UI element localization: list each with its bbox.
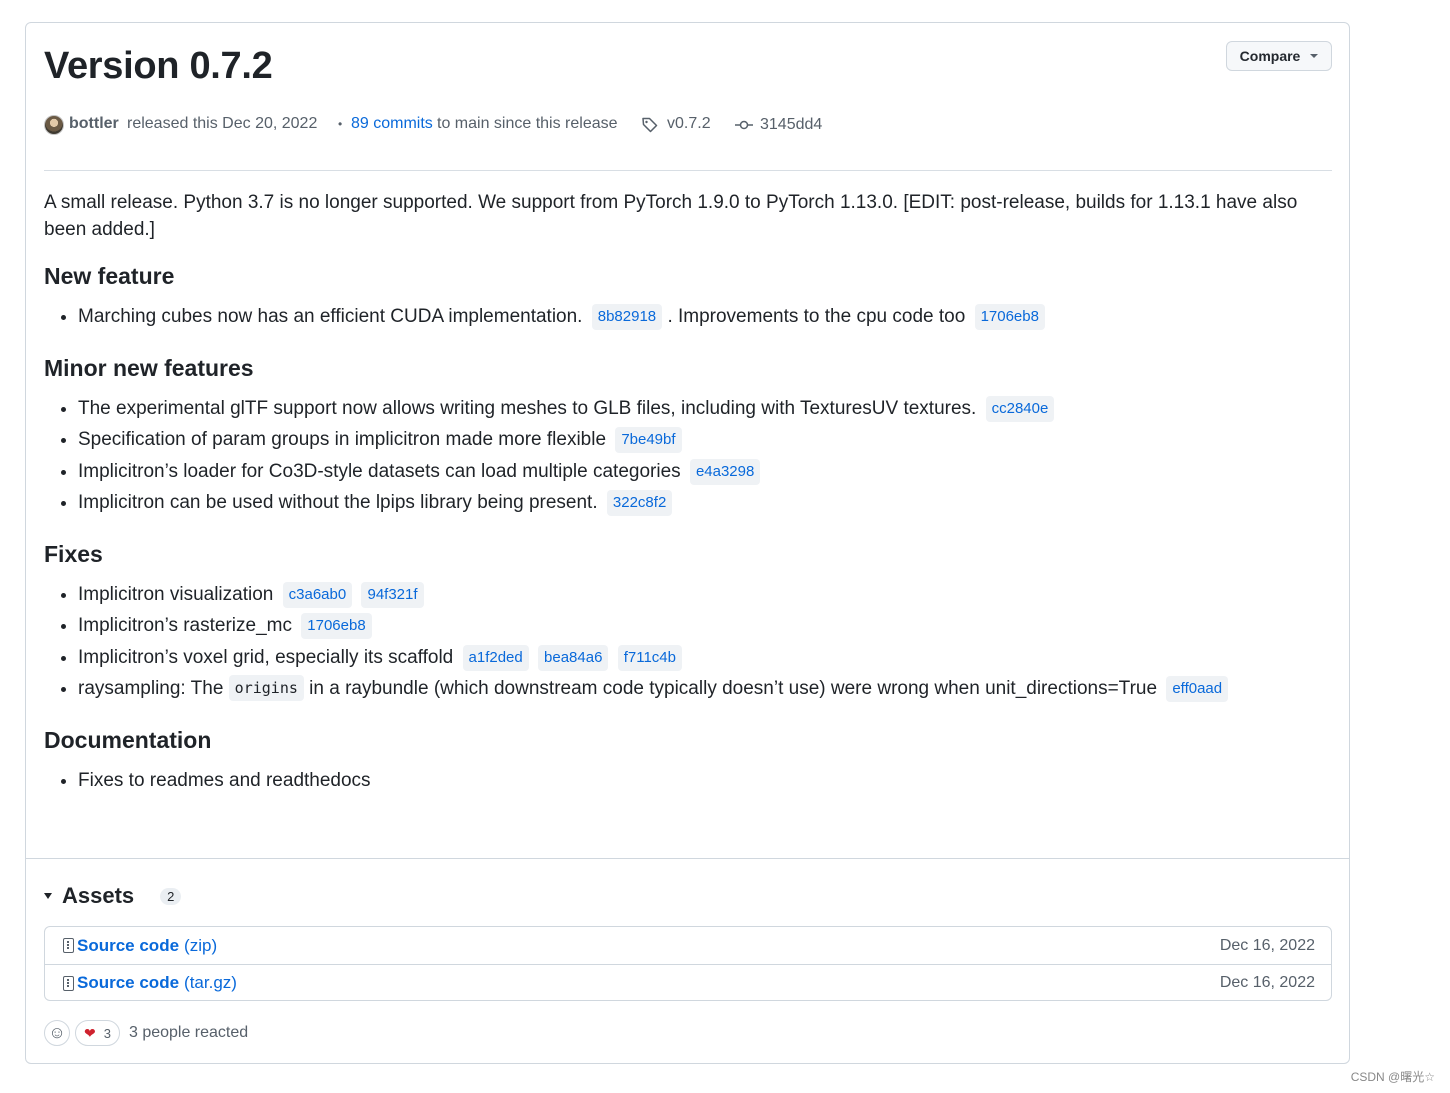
commit-sha-link[interactable]: eff0aad	[1166, 676, 1229, 702]
commit-sha-link[interactable]: c3a6ab0	[282, 581, 353, 608]
item-text: Implicitron’s voxel grid, especially its…	[78, 646, 454, 668]
asset-row[interactable]: Source code (tar.gz) Dec 16, 2022	[45, 964, 1331, 1001]
commit-sha-link[interactable]: e4a3298	[689, 458, 761, 485]
inline-code: origins	[228, 675, 304, 701]
list-item: Implicitron can be used without the lpip…	[78, 489, 1334, 517]
list-item: The experimental glTF support now allows…	[78, 395, 1334, 423]
asset-row[interactable]: Source code (zip) Dec 16, 2022	[45, 927, 1331, 964]
reactions-summary: 3 people reacted	[128, 1024, 249, 1041]
tag-link[interactable]: v0.7.2	[667, 113, 711, 135]
file-zip-icon	[63, 975, 74, 991]
item-text: in a raybundle (which downstream code ty…	[309, 678, 1158, 699]
divider	[44, 170, 1332, 171]
list-item: Marching cubes now has an efficient CUDA…	[78, 303, 1334, 331]
heading-documentation: Documentation	[44, 726, 212, 753]
assets-list: Source code (zip) Dec 16, 2022 Source co…	[44, 926, 1332, 1001]
heading-fixes: Fixes	[44, 540, 103, 567]
assets-count-badge: 2	[160, 887, 182, 905]
list-item: Implicitron’s loader for Co3D-style data…	[78, 458, 1334, 486]
commit-sha-link[interactable]: 94f321f	[361, 581, 424, 608]
commit-sha-link[interactable]: cc2840e	[985, 395, 1055, 422]
item-text: Implicitron can be used without the lpip…	[78, 492, 598, 513]
list-item: raysampling: The origins in a raybundle …	[78, 675, 1334, 703]
add-reaction-smiley-icon[interactable]: ☺	[44, 1020, 70, 1046]
commit-sha-link[interactable]: f711c4b	[617, 644, 682, 671]
item-text: . Improvements to the cpu code too	[667, 306, 966, 327]
item-text: Marching cubes now has an efficient CUDA…	[78, 306, 583, 327]
intro-text: A small release. Python 3.7 is no longer…	[44, 192, 1298, 240]
release-notes: A small release. Python 3.7 is no longer…	[44, 189, 1334, 816]
assets-divider	[26, 858, 1349, 859]
item-text: Implicitron’s loader for Co3D-style data…	[78, 460, 681, 482]
asset-date: Dec 16, 2022	[1219, 974, 1315, 991]
list-item: Implicitron’s voxel grid, especially its…	[78, 644, 1334, 672]
asset-date: Dec 16, 2022	[1219, 936, 1315, 954]
compare-label: Compare	[1239, 48, 1301, 64]
documentation-list: Fixes to readmes and readthedocs	[44, 767, 1334, 795]
commit-sha-link[interactable]: 7be49bf	[615, 427, 682, 453]
minor-features-list: The experimental glTF support now allows…	[44, 395, 1334, 517]
heart-reaction-button[interactable]: ❤ 3	[75, 1020, 120, 1046]
heart-count: 3	[103, 1025, 111, 1041]
list-item: Fixes to readmes and readthedocs	[78, 767, 1334, 795]
reactions-bar: ☺ ❤ 3 3 people reacted	[44, 1019, 248, 1047]
item-text: Specification of param groups in implici…	[78, 429, 607, 450]
avatar[interactable]	[44, 115, 64, 135]
heading-minor-features: Minor new features	[44, 354, 254, 381]
assets-title: Assets	[62, 883, 135, 908]
item-text: raysampling: The	[78, 678, 224, 699]
assets-header[interactable]: Assets 2	[44, 880, 182, 912]
author-link[interactable]: bottler	[69, 113, 119, 135]
release-title: Version 0.7.2	[44, 45, 273, 87]
asset-name-link[interactable]: Source code	[77, 936, 179, 956]
commit-sha-link[interactable]: 1706eb8	[301, 613, 372, 639]
file-zip-icon	[63, 938, 74, 953]
list-item: Implicitron visualization c3a6ab0 94f321…	[78, 581, 1334, 609]
chevron-down-icon	[1310, 54, 1319, 58]
commit-sha-link[interactable]: 1706eb8	[974, 304, 1045, 330]
commit-sha-link[interactable]: 8b82918	[591, 304, 663, 330]
asset-format[interactable]: (tar.gz)	[184, 973, 237, 993]
item-text: The experimental glTF support now allows…	[78, 397, 977, 419]
asset-name-link[interactable]: Source code	[77, 973, 179, 993]
list-item: Implicitron’s rasterize_mc 1706eb8	[78, 612, 1334, 640]
item-text: Implicitron visualization	[78, 583, 274, 605]
heading-new-feature: New feature	[44, 263, 175, 289]
new-feature-list: Marching cubes now has an efficient CUDA…	[44, 303, 1334, 331]
heart-icon: ❤	[84, 1024, 96, 1041]
triangle-down-icon[interactable]	[44, 893, 52, 899]
separator-dot: •	[338, 117, 343, 131]
commit-link[interactable]: 3145dd4	[760, 114, 822, 136]
release-card: Version 0.7.2 Compare bottler released t…	[25, 22, 1350, 1064]
commit-icon	[734, 117, 754, 140]
watermark: CSDN @曙光☆	[1350, 1070, 1435, 1084]
asset-format[interactable]: (zip)	[184, 936, 217, 956]
compare-button[interactable]: Compare	[1226, 41, 1332, 71]
commit-sha-link[interactable]: bea84a6	[538, 644, 609, 671]
tag-icon	[641, 116, 659, 141]
commit-sha-link[interactable]: a1f2ded	[462, 644, 529, 671]
released-text: released this Dec 20, 2022	[127, 115, 318, 132]
commit-sha-link[interactable]: 322c8f2	[606, 490, 673, 516]
commits-suffix: to main since this release	[437, 115, 618, 132]
commits-link[interactable]: 89 commits	[351, 113, 433, 135]
item-text: Implicitron’s rasterize_mc	[78, 615, 292, 636]
list-item: Specification of param groups in implici…	[78, 426, 1334, 454]
fixes-list: Implicitron visualization c3a6ab0 94f321…	[44, 581, 1334, 703]
